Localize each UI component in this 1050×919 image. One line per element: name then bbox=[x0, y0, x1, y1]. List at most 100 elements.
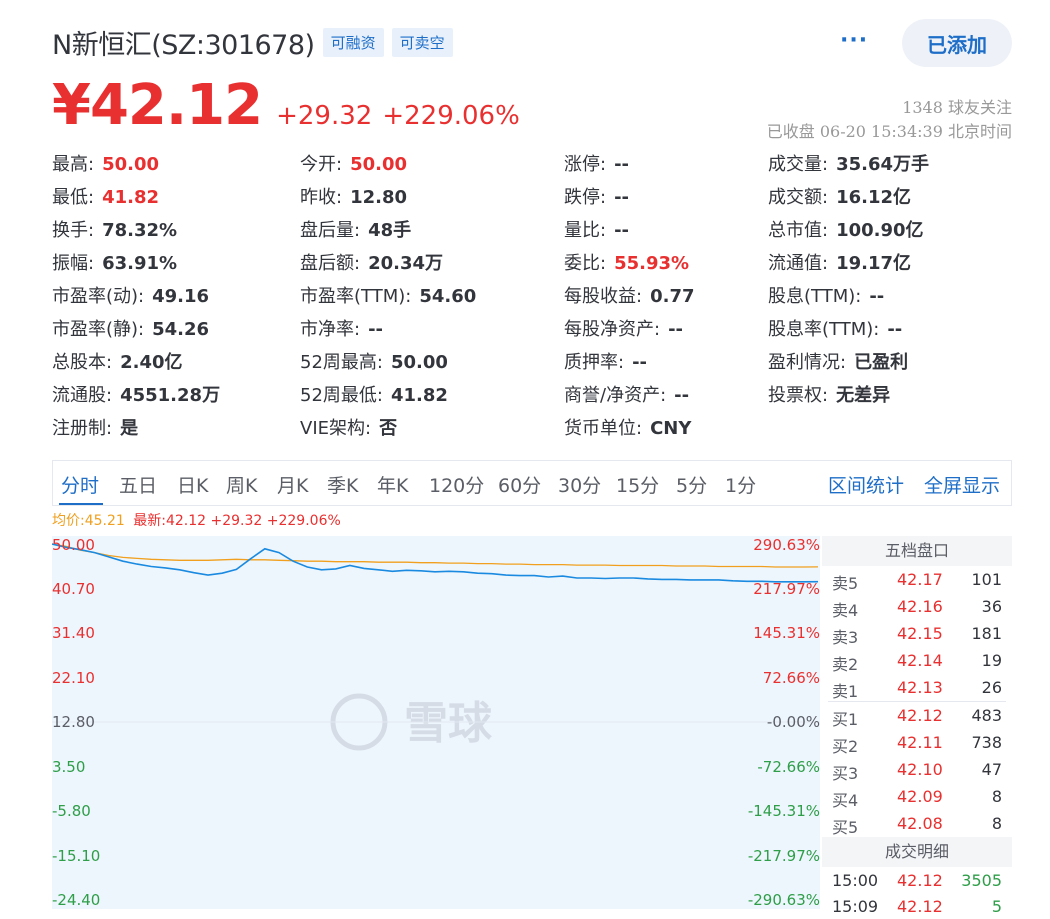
quote-label: 总股本: bbox=[52, 352, 113, 373]
order-book-vol: 8 bbox=[991, 787, 1002, 806]
quote-item: 质押率: -- bbox=[564, 348, 647, 374]
quote-label: 盘后额: bbox=[300, 253, 361, 274]
quote-item: 市盈率(TTM): 54.60 bbox=[300, 282, 476, 308]
quote-item: 市盈率(静): 54.26 bbox=[52, 315, 209, 341]
quote-value: 16.12亿 bbox=[836, 187, 912, 208]
quote-label: 跌停: bbox=[564, 187, 607, 208]
quote-label: 股息(TTM): bbox=[768, 286, 862, 307]
order-book-row: 买2 42.11 738 bbox=[822, 729, 1012, 756]
quote-item: 货币单位: CNY bbox=[564, 414, 691, 440]
chart-legend: 均价:45.21 最新:42.12 +29.32 +229.06% bbox=[52, 510, 341, 530]
quote-label: 涨停: bbox=[564, 154, 607, 175]
chart-tab[interactable]: 30分 bbox=[558, 471, 601, 498]
quote-value: 35.64万手 bbox=[836, 154, 930, 175]
quote-value: 已盈利 bbox=[854, 352, 909, 373]
trade-row: 15:09 42.12 5 bbox=[822, 893, 1012, 919]
quote-value: CNY bbox=[650, 418, 692, 439]
order-book-price: 42.10 bbox=[897, 760, 943, 779]
quote-item: 盈利情况: 已盈利 bbox=[768, 348, 908, 374]
quote-item: 注册制: 是 bbox=[52, 414, 138, 440]
quote-item: 量比: -- bbox=[564, 216, 629, 242]
quote-label: 市净率: bbox=[300, 319, 361, 340]
chart-tab[interactable]: 60分 bbox=[498, 471, 541, 498]
order-book-vol: 8 bbox=[991, 814, 1002, 833]
chart-tab[interactable]: 周K bbox=[226, 471, 257, 498]
legend-latest: 最新:42.12 +29.32 +229.06% bbox=[133, 513, 341, 529]
order-book-price: 42.09 bbox=[897, 787, 943, 806]
quote-label: 量比: bbox=[564, 220, 607, 241]
quote-item: 盘后额: 20.34万 bbox=[300, 249, 443, 275]
quote-value: 否 bbox=[379, 418, 398, 439]
order-book-price: 42.13 bbox=[897, 678, 943, 697]
quote-value: -- bbox=[668, 319, 684, 340]
trade-time: 15:00 bbox=[832, 871, 879, 890]
quote-item: 振幅: 63.91% bbox=[52, 249, 177, 275]
quote-label: 每股收益: bbox=[564, 286, 643, 307]
chart-svg: 雪球 bbox=[52, 536, 820, 909]
quote-value: 4551.28万 bbox=[120, 385, 221, 406]
order-book-row: 买5 42.08 8 bbox=[822, 810, 1012, 837]
quote-value: -- bbox=[674, 385, 690, 406]
quote-item: 股息率(TTM): -- bbox=[768, 315, 902, 341]
quote-item: 商誉/净资产: -- bbox=[564, 381, 689, 407]
order-book-vol: 36 bbox=[981, 597, 1002, 616]
chart-tab[interactable]: 年K bbox=[377, 471, 408, 498]
chart-tab[interactable]: 5分 bbox=[676, 471, 707, 498]
quote-item: 52周最低: 41.82 bbox=[300, 381, 448, 407]
chart-tab[interactable]: 日K bbox=[177, 471, 208, 498]
chart-tab[interactable]: 月K bbox=[277, 471, 308, 498]
title-row: N新恒汇(SZ:301678) 可融资 可卖空 bbox=[52, 22, 453, 62]
y-tick-label-right: 72.66% bbox=[762, 668, 820, 687]
fullscreen-button[interactable]: 全屏显示 bbox=[924, 471, 1000, 498]
quote-value: 100.90亿 bbox=[836, 220, 924, 241]
order-book-asks: 卖5 42.17 101 卖4 42.16 36 卖3 42.15 181 卖2 42.14 19 卖1… bbox=[822, 566, 1012, 701]
chart-tabs: 分时 五日 日K 周K 月K 季K 年K 120分 60分 30分 15分 5分 1分 区间统计 全屏显示 bbox=[52, 460, 1012, 506]
quote-label: 今开: bbox=[300, 154, 343, 175]
quote-label: 成交量: bbox=[768, 154, 829, 175]
y-tick-label-right: -217.97% bbox=[747, 846, 820, 865]
order-book-vol: 26 bbox=[981, 678, 1002, 697]
chart-tab[interactable]: 120分 bbox=[429, 471, 484, 498]
quote-value: 48手 bbox=[368, 220, 412, 241]
chart-tab[interactable]: 分时 bbox=[61, 471, 99, 498]
tag-margin[interactable]: 可融资 bbox=[322, 27, 384, 57]
chart-tab[interactable]: 1分 bbox=[725, 471, 756, 498]
y-tick-label-left: -15.10 bbox=[52, 846, 101, 865]
more-button[interactable]: ··· bbox=[840, 28, 868, 53]
order-book-price: 42.16 bbox=[897, 597, 943, 616]
quote-value: 49.16 bbox=[152, 286, 210, 307]
interval-stats-button[interactable]: 区间统计 bbox=[828, 471, 904, 498]
order-book-row: 卖1 42.13 26 bbox=[822, 674, 1012, 701]
chart-tab[interactable]: 五日 bbox=[119, 471, 157, 498]
quote-item: 今开: 50.00 bbox=[300, 150, 407, 176]
quote-label: 投票权: bbox=[768, 385, 829, 406]
quote-label: 货币单位: bbox=[564, 418, 643, 439]
followers-count[interactable]: 1348 球友关注 bbox=[902, 94, 1012, 118]
price-change-pct: +229.06% bbox=[382, 101, 520, 131]
chart-tab[interactable]: 季K bbox=[327, 471, 358, 498]
order-book-price: 42.08 bbox=[897, 814, 943, 833]
quote-item: VIE架构: 否 bbox=[300, 414, 397, 440]
quote-value: 0.77 bbox=[650, 286, 695, 307]
trades-title: 成交明细 bbox=[822, 837, 1012, 867]
tag-short[interactable]: 可卖空 bbox=[391, 27, 453, 57]
quote-item: 总市值: 100.90亿 bbox=[768, 216, 924, 242]
quote-label: 总市值: bbox=[768, 220, 829, 241]
order-book-price: 42.14 bbox=[897, 651, 943, 670]
quote-value: 50.00 bbox=[350, 154, 408, 175]
order-book-row: 卖5 42.17 101 bbox=[822, 566, 1012, 593]
chart-tab[interactable]: 15分 bbox=[616, 471, 659, 498]
order-book-row: 卖2 42.14 19 bbox=[822, 647, 1012, 674]
quote-item: 股息(TTM): -- bbox=[768, 282, 884, 308]
quote-value: 19.17亿 bbox=[836, 253, 912, 274]
order-book-label: 买1 bbox=[832, 710, 859, 729]
quote-label: 注册制: bbox=[52, 418, 113, 439]
order-book-bids: 买1 42.12 483 买2 42.11 738 买3 42.10 47 买4 42.09 8 买5 4… bbox=[822, 702, 1012, 837]
quote-label: 股息率(TTM): bbox=[768, 319, 880, 340]
quote-item: 投票权: 无差异 bbox=[768, 381, 890, 407]
order-book-label: 买5 bbox=[832, 818, 859, 837]
order-book-price: 42.17 bbox=[897, 570, 943, 589]
intraday-chart[interactable]: 雪球 50.00 290.63% 40.70 217.97% 31.40 145.31% 2… bbox=[52, 536, 820, 909]
added-button[interactable]: 已添加 bbox=[902, 19, 1012, 67]
y-tick-label-right: 145.31% bbox=[753, 624, 820, 642]
